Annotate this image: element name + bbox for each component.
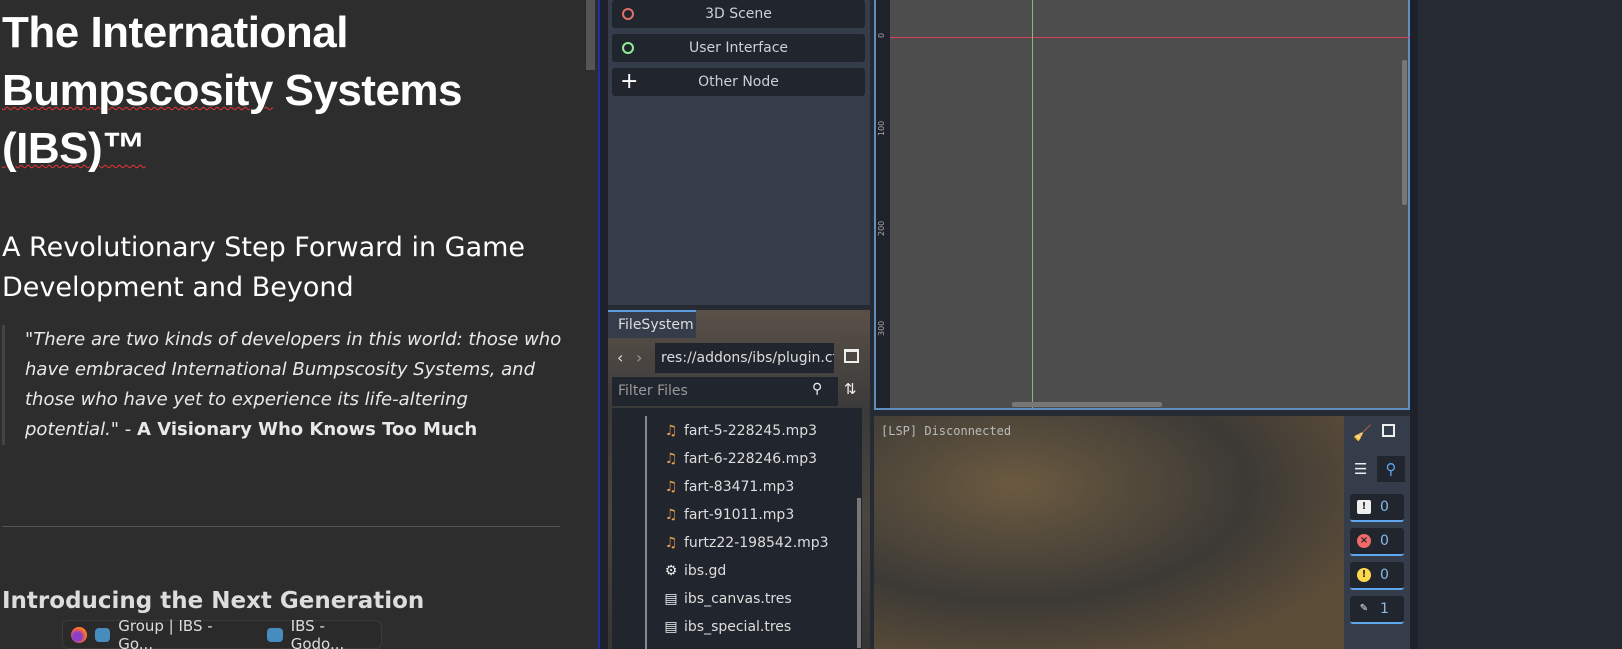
file-item[interactable]: ⚙ ibs.gd [664,557,727,585]
audio-file-icon: ♫ [664,535,678,551]
path-field[interactable]: res://addons/ibs/plugin.cf [655,343,834,373]
search-icon[interactable]: ⚲ [1377,456,1405,482]
file-item[interactable]: ♫ fart-5-228245.mp3 [664,417,817,445]
window-separator [598,0,608,649]
panel-divider [1410,0,1418,649]
output-toolbar: 🧹 ☰ ⚲ ! 0 × 0 ! 0 ✎ 1 [1344,416,1410,649]
browser-article: The International Bumpscosity Systems (IBS… [0,0,598,649]
scene-dock: 3D Scene User Interface + Other Node [608,0,870,305]
editor-icon: ✎ [1359,603,1369,614]
sort-icon[interactable]: ⇅ [844,380,857,398]
gear-icon: ⚙ [664,563,678,579]
other-node-button[interactable]: + Other Node [612,68,865,96]
collapse-icon[interactable]: ☰ [1354,460,1367,478]
tab-filesystem[interactable]: FileSystem [608,310,696,338]
user-interface-button[interactable]: User Interface [612,34,865,62]
forward-icon[interactable]: › [636,348,642,367]
message-icon: ! [1357,500,1371,514]
filter-messages-button[interactable]: ! 0 [1350,494,1404,522]
error-icon: × [1357,534,1371,548]
audio-file-icon: ♫ [664,451,678,467]
audio-file-icon: ♫ [664,507,678,523]
file-item[interactable]: ♫ fart-83471.mp3 [664,473,795,501]
viewport-vscrollbar[interactable] [1402,60,1407,205]
section-heading: Introducing the Next Generation [2,588,425,614]
article-subtitle: A Revolutionary Step Forward in Game Dev… [2,232,526,303]
canvas-viewport[interactable]: 0 100 200 300 [874,0,1410,410]
output-log: [LSP] Disconnected [881,424,1012,438]
taskbar-item[interactable]: Group | IBS - Go... [118,617,249,649]
blockquote: "There are two kinds of developers in th… [2,325,562,445]
split-view-icon[interactable] [844,349,859,363]
godot-icon [94,627,111,642]
back-icon[interactable]: ‹ [617,348,623,367]
godot-icon [267,627,283,642]
audio-file-icon: ♫ [664,479,678,495]
resource-file-icon: ▤ [664,591,678,607]
filter-files-input[interactable]: Filter Files [612,377,838,406]
tree-scrollbar[interactable] [857,498,861,648]
search-icon: ⚲ [812,381,823,397]
plus-icon: + [620,69,639,94]
article-title: The International Bumpscosity Systems (IBS… [2,8,463,173]
filter-errors-button[interactable]: × 0 [1350,528,1404,556]
file-tree: ♫ fart-5-228245.mp3 ♫ fart-6-228246.mp3 ♫ f… [612,408,862,649]
3d-scene-button[interactable]: 3D Scene [612,0,865,28]
scrollbar[interactable] [586,0,595,70]
audio-file-icon: ♫ [664,423,678,439]
taskbar-item[interactable]: IBS - Godo... [291,617,381,649]
taskbar-preview[interactable]: Group | IBS - Go... IBS - Godo... [62,617,382,649]
copy-icon[interactable] [1382,424,1395,437]
node3d-icon [622,8,634,20]
file-item[interactable]: ♫ fart-91011.mp3 [664,501,795,529]
firefox-icon [71,626,87,643]
vertical-ruler: 0 100 200 300 [876,0,890,408]
output-panel: [LSP] Disconnected [874,416,1344,649]
y-axis-line [1032,0,1033,408]
filter-editor-button[interactable]: ✎ 1 [1350,596,1404,624]
file-item[interactable]: ♫ fart-6-228246.mp3 [664,445,817,473]
file-item[interactable]: ▤ ibs_special.tres [664,613,791,641]
viewport-hscrollbar[interactable] [1012,402,1162,407]
filesystem-dock: FileSystem ‹ › res://addons/ibs/plugin.c… [608,310,870,649]
warning-icon: ! [1357,568,1371,582]
file-item[interactable]: ▤ ibs_canvas.tres [664,585,791,613]
divider [2,526,560,527]
resource-file-icon: ▤ [664,619,678,635]
x-axis-line [890,37,1410,38]
control-icon [622,42,634,54]
file-item[interactable]: ♫ furtz22-198542.mp3 [664,529,829,557]
filter-warnings-button[interactable]: ! 0 [1350,562,1404,590]
clear-icon[interactable]: 🧹 [1353,424,1372,442]
